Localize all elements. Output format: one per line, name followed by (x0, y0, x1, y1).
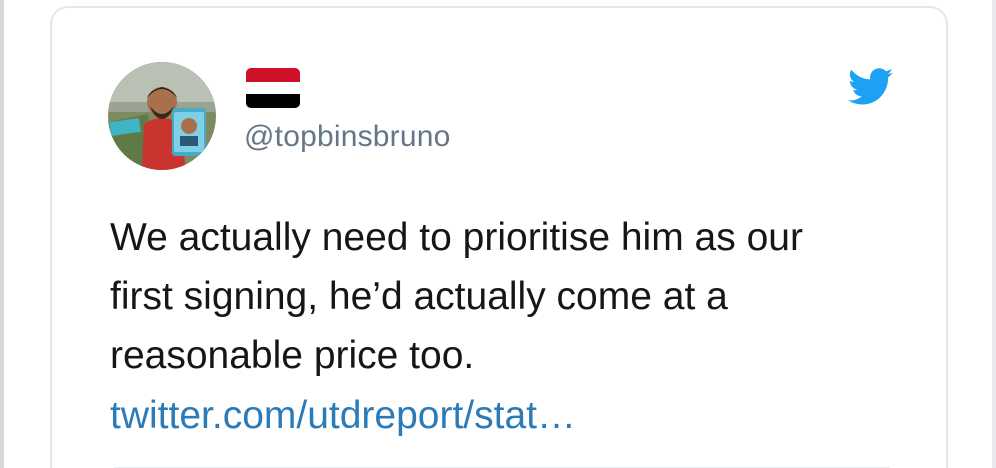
tweet-text-line: reasonable price too. (110, 334, 475, 377)
tweet-text: We actually need to prioritise him as ou… (110, 208, 910, 385)
user-photo-avatar-icon (108, 62, 216, 170)
tweet-text-line: first signing, he’d actually come at a (110, 275, 728, 318)
user-handle[interactable]: @topbinsbruno (244, 120, 451, 154)
avatar[interactable] (108, 62, 216, 170)
tweet-link[interactable]: twitter.com/utdreport/stat… (110, 386, 576, 445)
right-edge-strip (992, 0, 996, 468)
tweet-text-line: We actually need to prioritise him as ou… (110, 216, 803, 259)
twitter-bird-icon[interactable] (848, 68, 894, 106)
left-edge-strip (0, 0, 4, 468)
yemen-flag-icon (246, 68, 300, 108)
tweet-card[interactable]: @topbinsbruno We actually need to priori… (50, 6, 948, 468)
